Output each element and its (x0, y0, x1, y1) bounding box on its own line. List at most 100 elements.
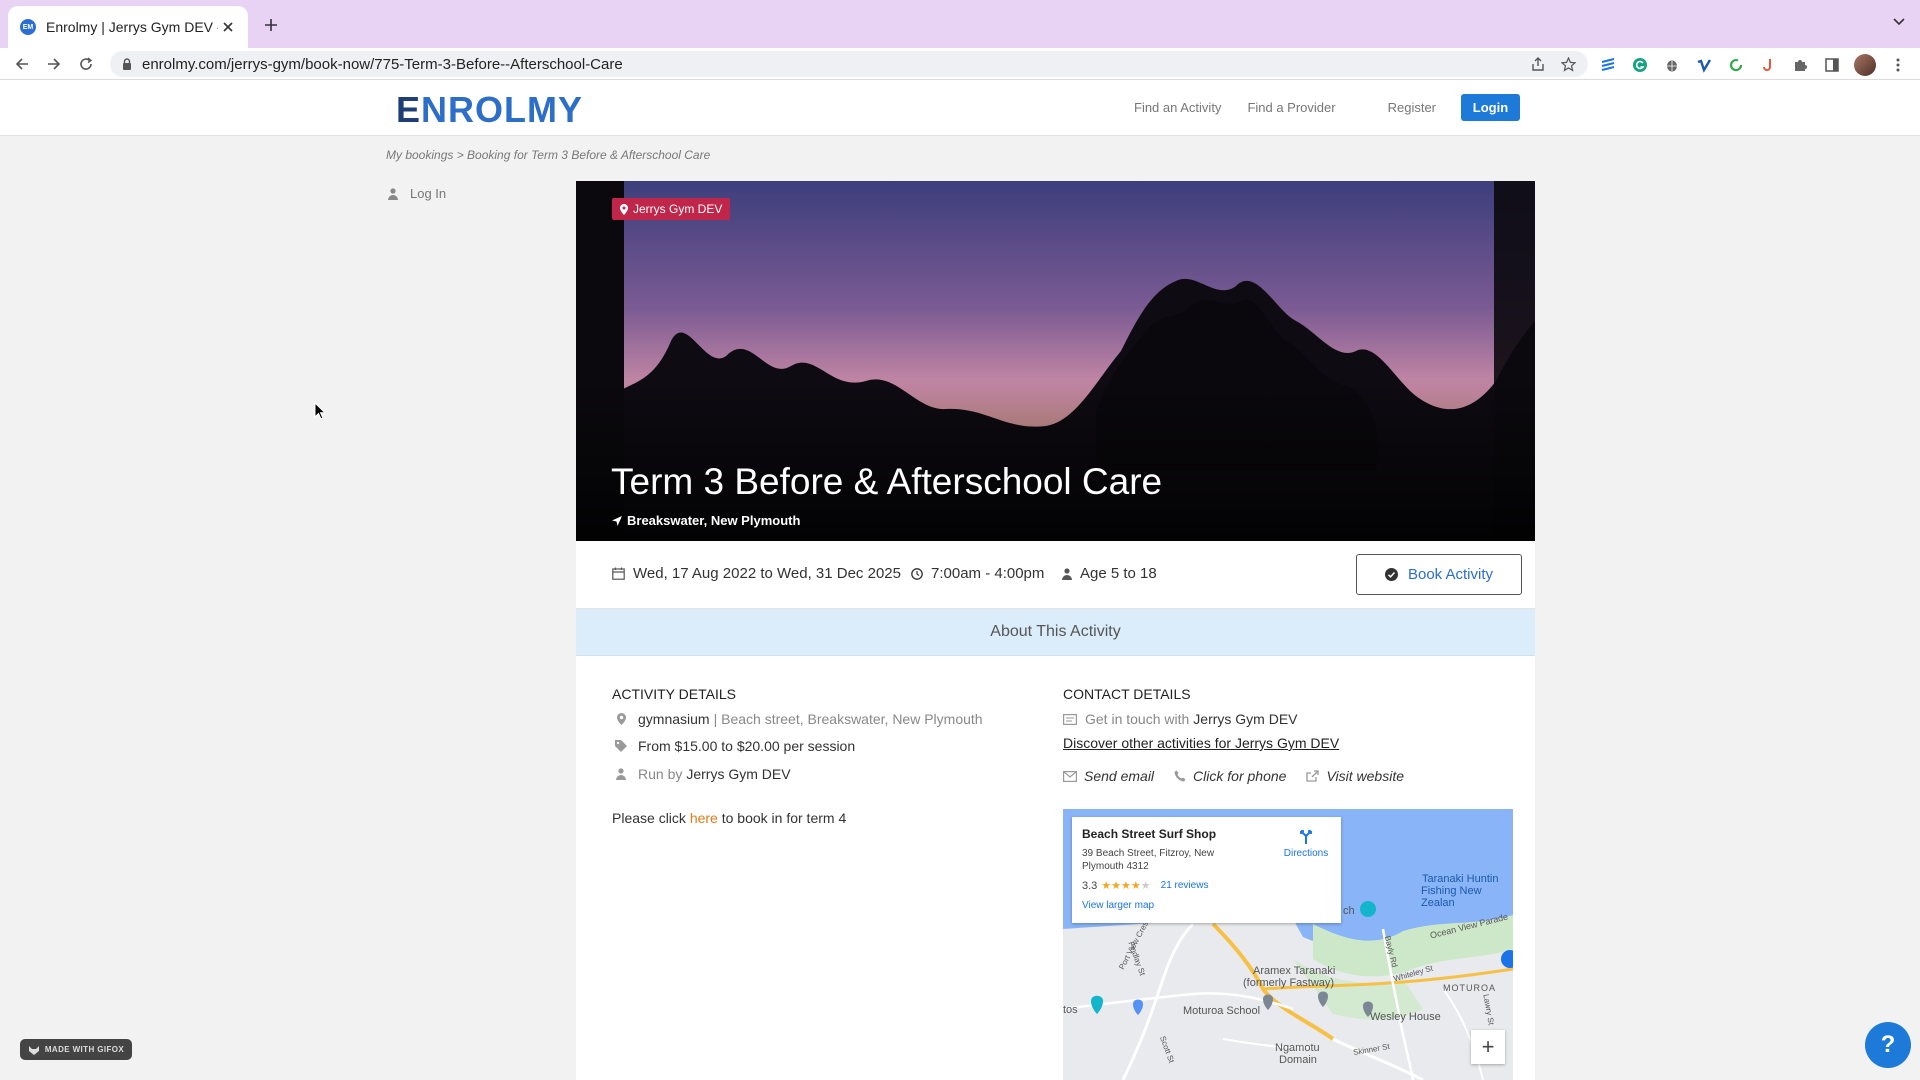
activity-venue: gymnasium | Beach street, Breakswater, N… (612, 711, 983, 727)
map-place-card: Beach Street Surf Shop 39 Beach Street, … (1072, 817, 1341, 923)
activity-price: From $15.00 to $20.00 per session (612, 738, 855, 754)
map-label-fishing: Fishing New Zealan (1421, 885, 1482, 909)
side-panel-icon[interactable] (1822, 55, 1842, 75)
person-icon (612, 768, 630, 780)
breadcrumb[interactable]: My bookings > Booking for Term 3 Before … (386, 148, 710, 162)
map-label-tos: tos (1063, 1004, 1078, 1016)
grammarly-icon[interactable] (1630, 55, 1650, 75)
clock-icon (911, 567, 923, 580)
nav-register[interactable]: Register (1388, 100, 1436, 115)
close-tab-icon[interactable] (218, 17, 238, 37)
enrolmy-favicon-icon: EM (20, 19, 36, 35)
nav-find-provider[interactable]: Find a Provider (1247, 100, 1335, 115)
location-label: Breakswater, New Plymouth (627, 513, 801, 528)
price-tag-icon (612, 740, 630, 752)
map-label-domain: Domain (1279, 1054, 1317, 1066)
hook-extension-icon[interactable] (1758, 55, 1778, 75)
rating-stars-icon: ★★★★★ (1101, 880, 1151, 892)
person-icon (1062, 567, 1072, 580)
map-pin-icon (620, 203, 628, 215)
map-label-taranaki-hunting: Taranaki Huntin (1422, 873, 1499, 885)
help-button[interactable]: ? (1865, 1022, 1911, 1068)
activity-title: Term 3 Before & Afterschool Care (611, 461, 1163, 502)
login-button[interactable]: Login (1461, 94, 1520, 121)
gifox-logo-icon (28, 1045, 40, 1055)
phone-link[interactable]: Click for phone (1174, 768, 1286, 784)
map-zoom-in-button[interactable]: + (1471, 1030, 1505, 1064)
contact-card-icon (1063, 713, 1077, 725)
visit-website-link[interactable]: Visit website (1306, 768, 1404, 784)
place-rating: 3.3 ★★★★★ 21 reviews (1082, 879, 1209, 893)
map-label-aramex: Aramex Taranaki (1253, 965, 1336, 977)
gifox-watermark-badge: MADE WITH GIFOX (20, 1039, 132, 1060)
bug-extension-icon[interactable] (1662, 55, 1682, 75)
reviews-link[interactable]: 21 reviews (1161, 880, 1209, 891)
term4-note: Please click here to book in for term 4 (612, 810, 847, 826)
view-larger-map-link[interactable]: View larger map (1082, 900, 1331, 911)
activity-dates: Wed, 17 Aug 2022 to Wed, 31 Dec 2025 (612, 565, 901, 582)
map-label-ch: ch (1343, 905, 1355, 917)
provider-tag-label: Jerrys Gym DEV (633, 202, 723, 216)
tab-title: Enrolmy | Jerrys Gym DEV - Bo (46, 19, 218, 35)
map-label-moturoa-school: Moturoa School (1183, 1005, 1261, 1017)
user-icon (388, 187, 398, 200)
activity-time: 7:00am - 4:00pm (911, 565, 1044, 582)
activity-run-by: Run by Jerrys Gym DEV (612, 766, 791, 782)
extension-stack-icon[interactable] (1598, 55, 1618, 75)
envelope-icon (1063, 770, 1077, 782)
calendar-icon (612, 567, 625, 580)
map-label-wesley-house: Wesley House (1370, 1011, 1441, 1023)
book-activity-button[interactable]: Book Activity (1356, 554, 1522, 595)
browser-tab-bar: EM Enrolmy | Jerrys Gym DEV - Bo (0, 0, 1920, 48)
share-icon[interactable] (1531, 56, 1545, 72)
place-address: 39 Beach Street, Fitzroy, New Plymouth 4… (1082, 848, 1215, 872)
term4-here-link[interactable]: here (690, 810, 718, 826)
forward-arrow-icon[interactable] (44, 54, 64, 74)
refresh-extension-icon[interactable] (1726, 55, 1746, 75)
send-email-link[interactable]: Send email (1063, 768, 1154, 784)
hero-banner: Jerrys Gym DEV Term 3 Before & Afterscho… (576, 181, 1535, 541)
directions-icon (1278, 829, 1334, 845)
map-pin-icon (612, 713, 630, 725)
location-arrow-icon (612, 515, 622, 526)
map-label-ngamotu: Ngamotu (1275, 1042, 1320, 1054)
activity-details-heading: ACTIVITY DETAILS (612, 686, 736, 702)
contact-details-heading: CONTACT DETAILS (1063, 686, 1191, 702)
reload-icon[interactable] (76, 54, 96, 74)
nav-find-activity[interactable]: Find an Activity (1134, 100, 1221, 115)
new-tab-plus-icon[interactable] (258, 12, 284, 38)
phone-icon (1174, 770, 1186, 782)
map-label-fastway: (formerly Fastway) (1243, 977, 1335, 989)
url-text: enrolmy.com/jerrys-gym/book-now/775-Term… (142, 55, 623, 73)
directions-button[interactable]: Directions (1278, 829, 1334, 859)
back-arrow-icon[interactable] (12, 54, 32, 74)
enrolmy-logo[interactable]: ENROLMY (396, 89, 583, 131)
activity-card: Jerrys Gym DEV Term 3 Before & Afterscho… (576, 181, 1535, 1080)
sidebar-login-label: Log In (410, 186, 447, 201)
mouse-cursor-icon (314, 402, 326, 420)
tab-search-chevron-icon[interactable] (1892, 14, 1906, 28)
map-label-moturoa-area: MOTUROA (1443, 983, 1496, 993)
sidebar-login-link[interactable]: Log In (388, 186, 446, 201)
profile-avatar[interactable] (1854, 54, 1876, 76)
location-map[interactable]: Aramex Taranaki (formerly Fastway) Motur… (1063, 809, 1513, 1080)
vimeo-icon[interactable] (1694, 55, 1714, 75)
bookmark-star-icon[interactable] (1561, 56, 1576, 72)
browser-toolbar: enrolmy.com/jerrys-gym/book-now/775-Term… (0, 48, 1920, 80)
discover-activities-link[interactable]: Discover other activities for Jerrys Gym… (1063, 735, 1339, 751)
activity-info-row: Wed, 17 Aug 2022 to Wed, 31 Dec 2025 7:0… (576, 541, 1535, 609)
provider-tag[interactable]: Jerrys Gym DEV (612, 198, 731, 220)
about-activity-bar: About This Activity (576, 609, 1535, 656)
lock-icon (122, 58, 132, 70)
check-circle-icon (1384, 568, 1398, 581)
browser-tab-active[interactable]: EM Enrolmy | Jerrys Gym DEV - Bo (8, 6, 248, 48)
main-nav: Find an Activity Find a Provider Registe… (1134, 100, 1436, 115)
contact-get-in-touch: Get in touch with Jerrys Gym DEV (1063, 711, 1298, 727)
external-link-icon (1306, 770, 1320, 782)
contact-actions: Send email Click for phone Visit website (1063, 768, 1404, 784)
puzzle-extensions-icon[interactable] (1790, 55, 1810, 75)
site-header: ENROLMY Find an Activity Find a Provider… (0, 80, 1920, 136)
browser-menu-kebab-icon[interactable] (1888, 55, 1908, 75)
activity-location: Breakswater, New Plymouth (612, 513, 800, 528)
address-bar[interactable]: enrolmy.com/jerrys-gym/book-now/775-Term… (110, 51, 1588, 77)
